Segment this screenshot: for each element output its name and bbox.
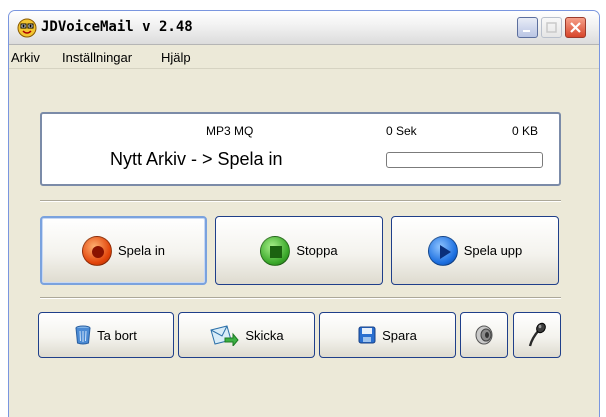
divider [40, 200, 561, 202]
maximize-button[interactable] [541, 17, 562, 38]
close-button[interactable] [565, 17, 586, 38]
app-window: JDVoiceMail v 2.48 Arkiv Inställningar H… [8, 10, 600, 417]
trash-icon [75, 325, 91, 345]
record-button[interactable]: Spela in [40, 216, 207, 285]
send-label: Skicka [245, 327, 284, 343]
menu-installningar[interactable]: Inställningar [62, 50, 132, 65]
divider [40, 297, 561, 299]
status-panel: MP3 MQ 0 Sek 0 KB Nytt Arkiv - > Spela i… [40, 112, 561, 186]
seconds-label: 0 Sek [386, 124, 417, 138]
microphone-icon [528, 322, 546, 347]
maximize-icon [546, 22, 557, 33]
status-text: Nytt Arkiv - > Spela in [110, 149, 283, 169]
minimize-icon [523, 30, 530, 32]
menu-bar: Arkiv Inställningar Hjälp [9, 46, 599, 69]
close-icon [570, 22, 581, 33]
speaker-button[interactable] [460, 312, 508, 358]
record-icon [82, 235, 112, 266]
title-bar[interactable]: JDVoiceMail v 2.48 [9, 11, 599, 45]
size-label: 0 KB [512, 124, 539, 138]
microphone-button[interactable] [513, 312, 561, 358]
app-icon [17, 18, 37, 38]
play-label: Spela upp [463, 243, 523, 258]
speaker-icon [475, 325, 493, 345]
window-title: JDVoiceMail v 2.48 [41, 19, 193, 35]
stop-label: Stoppa [296, 243, 338, 258]
save-button[interactable]: Spara [319, 312, 456, 358]
stop-icon [260, 235, 291, 266]
menu-arkiv[interactable]: Arkiv [11, 50, 40, 65]
play-button[interactable]: Spela upp [391, 216, 559, 285]
minimize-button[interactable] [517, 17, 538, 38]
send-icon [210, 325, 239, 346]
record-label: Spela in [118, 243, 165, 258]
delete-button[interactable]: Ta bort [38, 312, 174, 358]
menu-hjalp[interactable]: Hjälp [161, 50, 191, 65]
save-icon [358, 326, 376, 344]
delete-label: Ta bort [97, 327, 137, 343]
progress-bar [386, 152, 543, 168]
format-label: MP3 MQ [206, 124, 254, 138]
save-label: Spara [382, 327, 417, 343]
stop-button[interactable]: Stoppa [215, 216, 383, 285]
send-button[interactable]: Skicka [178, 312, 315, 358]
play-icon [427, 235, 458, 266]
